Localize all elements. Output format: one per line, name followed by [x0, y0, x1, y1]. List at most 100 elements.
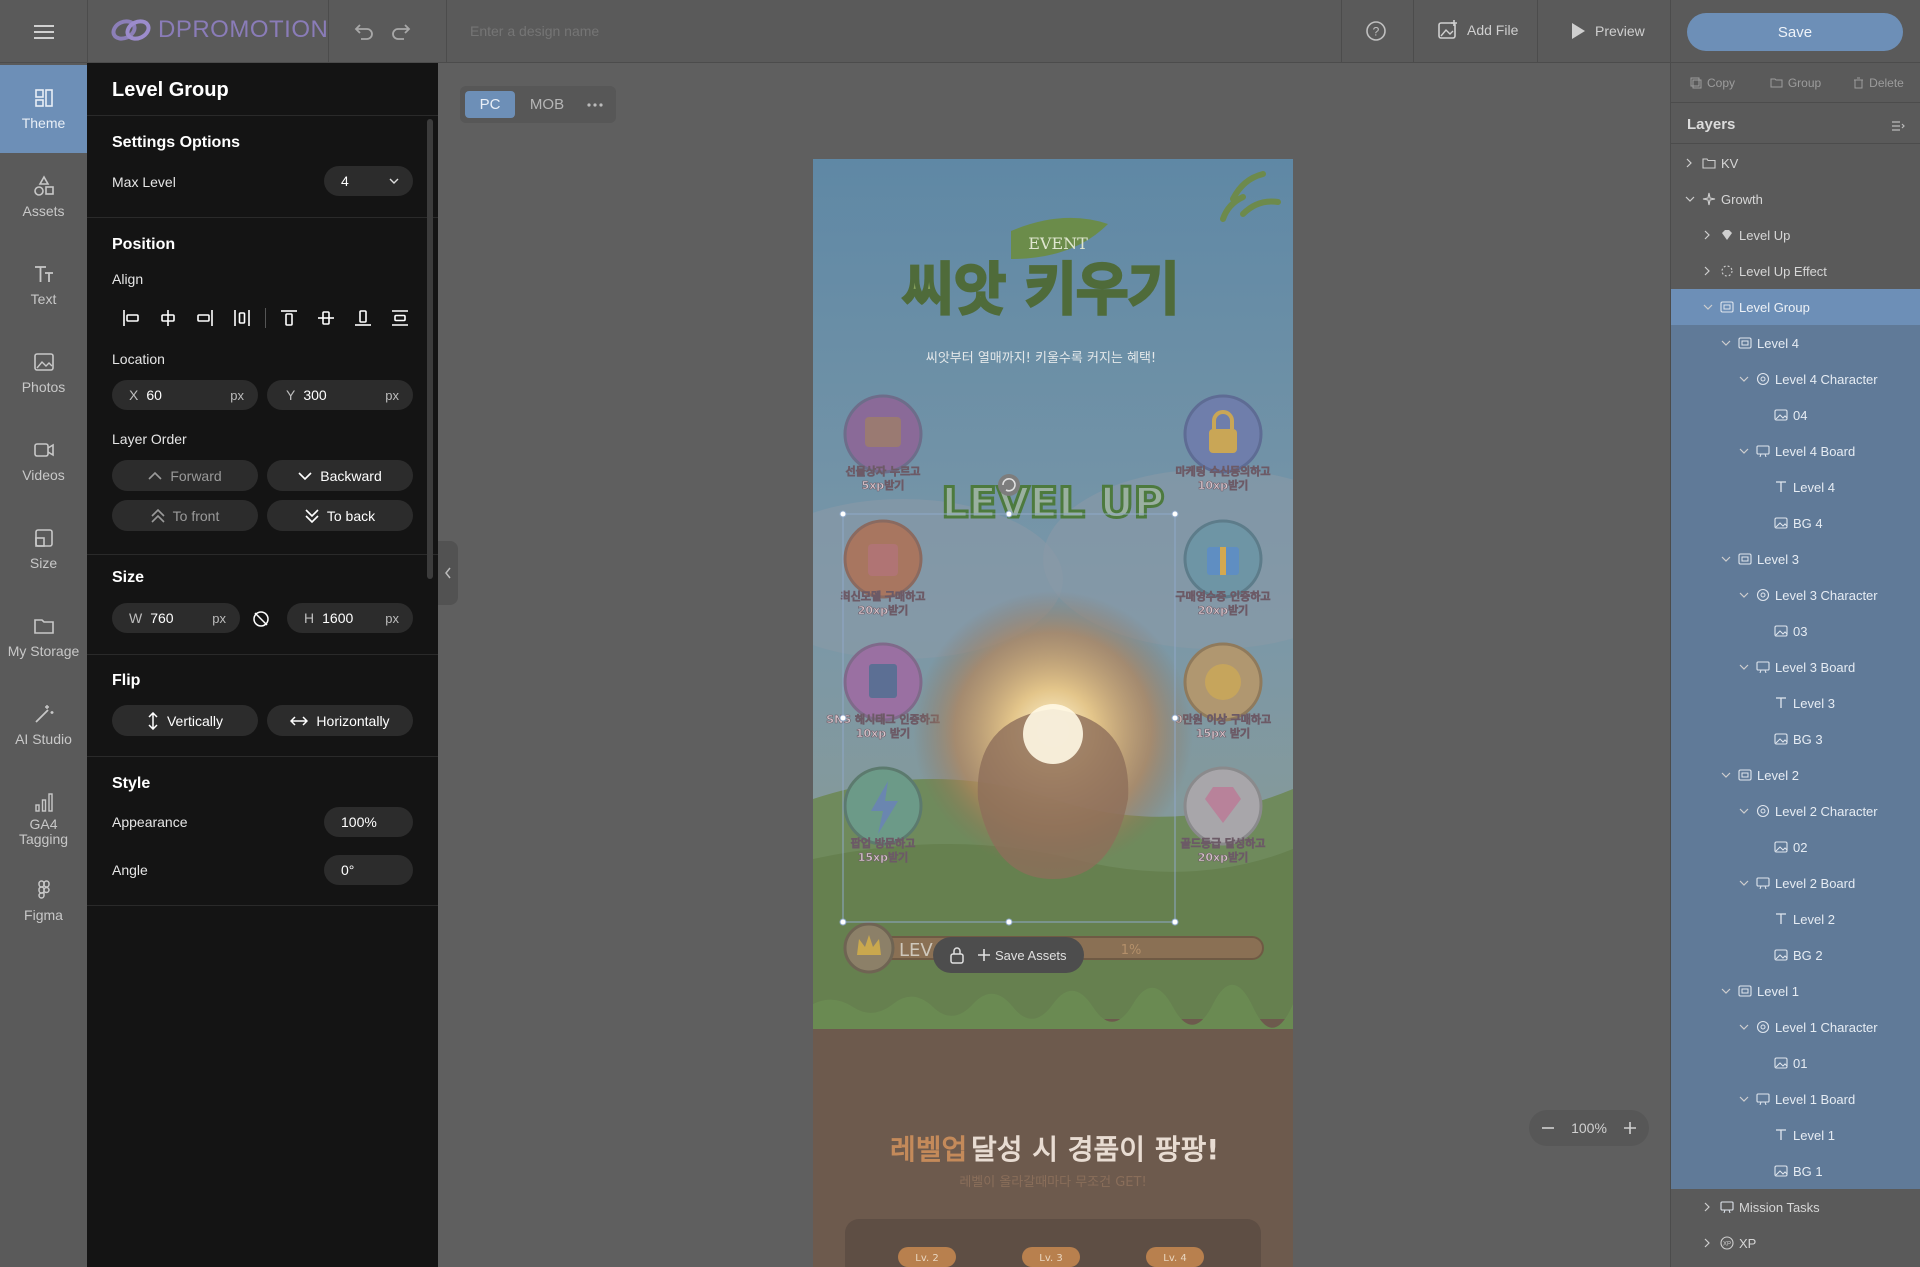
chevron-down-icon[interactable]	[1721, 987, 1735, 995]
nav-assets[interactable]: Assets	[0, 153, 87, 241]
align-right-button[interactable]	[186, 304, 223, 332]
align-center-v-button[interactable]	[307, 304, 344, 332]
chevron-down-icon[interactable]	[1703, 303, 1717, 311]
backward-button[interactable]: Backward	[267, 460, 413, 491]
nav-size[interactable]: Size	[0, 505, 87, 593]
to-front-button[interactable]: To front	[112, 500, 258, 531]
y-field[interactable]: Y 300 px	[267, 380, 413, 410]
layer-row[interactable]: Level 3 Board	[1671, 649, 1920, 685]
chevron-down-icon[interactable]	[1685, 195, 1699, 203]
width-field[interactable]: W 760 px	[112, 603, 240, 633]
layer-row[interactable]: Level 4 Character	[1671, 361, 1920, 397]
chevron-down-icon[interactable]	[1739, 1023, 1753, 1031]
layer-row[interactable]: BG 3	[1671, 721, 1920, 757]
group-button[interactable]: Group	[1754, 76, 1837, 90]
lock-button[interactable]	[945, 946, 969, 964]
chevron-down-icon[interactable]	[1739, 375, 1753, 383]
layer-row[interactable]: 04	[1671, 397, 1920, 433]
layer-row[interactable]: KV	[1671, 145, 1920, 181]
undo-button[interactable]	[352, 20, 374, 42]
flip-horizontal-button[interactable]: Horizontally	[267, 705, 413, 736]
chevron-right-icon[interactable]	[1685, 158, 1699, 168]
layer-row[interactable]: Level 2	[1671, 901, 1920, 937]
save-assets-button[interactable]: Save Assets	[977, 948, 1067, 963]
chevron-down-icon[interactable]	[1739, 447, 1753, 455]
copy-button[interactable]: Copy	[1671, 76, 1754, 90]
layer-row[interactable]: 01	[1671, 1045, 1920, 1081]
layer-row[interactable]: Level 2	[1671, 757, 1920, 793]
layer-row[interactable]: 02	[1671, 829, 1920, 865]
layer-row[interactable]: Level 1 Character	[1671, 1009, 1920, 1045]
aspect-lock-button[interactable]	[247, 605, 275, 633]
help-button[interactable]: ?	[1365, 20, 1387, 42]
align-bottom-button[interactable]	[344, 304, 381, 332]
nav-ga4-tagging[interactable]: GA4 Tagging	[0, 769, 87, 857]
preview-button[interactable]: Preview	[1569, 21, 1645, 41]
layer-row[interactable]: BG 2	[1671, 937, 1920, 973]
delete-button[interactable]: Delete	[1837, 76, 1920, 90]
layer-row[interactable]: Level 2 Board	[1671, 865, 1920, 901]
appearance-input[interactable]: 100%	[324, 807, 413, 837]
add-file-button[interactable]: Add File	[1437, 19, 1518, 41]
layer-row[interactable]: 03	[1671, 613, 1920, 649]
zoom-out-button[interactable]	[1541, 1121, 1555, 1135]
layer-row[interactable]: Mission Tasks	[1671, 1189, 1920, 1225]
nav-theme[interactable]: Theme	[0, 65, 87, 153]
layer-row[interactable]: BG 4	[1671, 505, 1920, 541]
angle-input[interactable]: 0°	[324, 855, 413, 885]
chevron-down-icon[interactable]	[1721, 771, 1735, 779]
artboard[interactable]: EVENT 씨앗 키우기 씨앗부터 열매까지! 키울수록 커지는 혜택! 선물상…	[813, 159, 1293, 1267]
layer-row[interactable]: Level 3	[1671, 541, 1920, 577]
layer-row[interactable]: Level 4	[1671, 325, 1920, 361]
x-field[interactable]: X 60 px	[112, 380, 258, 410]
layer-row[interactable]: Level 1	[1671, 1117, 1920, 1153]
layer-row[interactable]: Level 3	[1671, 685, 1920, 721]
nav-videos[interactable]: Videos	[0, 417, 87, 505]
save-button[interactable]: Save	[1687, 13, 1903, 51]
distribute-h-button[interactable]	[223, 304, 260, 332]
nav-photos[interactable]: Photos	[0, 329, 87, 417]
chevron-right-icon[interactable]	[1703, 230, 1717, 240]
align-left-button[interactable]	[112, 304, 149, 332]
brand-logo[interactable]: DPROMOTION	[110, 16, 328, 44]
zoom-in-button[interactable]	[1623, 1121, 1637, 1135]
layer-row[interactable]: Level 2 Character	[1671, 793, 1920, 829]
distribute-v-button[interactable]	[381, 304, 418, 332]
nav-figma[interactable]: Figma	[0, 857, 87, 945]
align-center-h-button[interactable]	[149, 304, 186, 332]
chevron-right-icon[interactable]	[1703, 1238, 1717, 1248]
layer-row[interactable]: Level 1 Board	[1671, 1081, 1920, 1117]
chevron-right-icon[interactable]	[1703, 266, 1717, 276]
collapse-layers-button[interactable]	[1891, 119, 1905, 133]
chevron-down-icon[interactable]	[1739, 807, 1753, 815]
layer-row[interactable]: Level Up	[1671, 217, 1920, 253]
forward-button[interactable]: Forward	[112, 460, 258, 491]
menu-button[interactable]	[0, 0, 87, 63]
layer-row[interactable]: Level Up Effect	[1671, 253, 1920, 289]
chevron-right-icon[interactable]	[1703, 1202, 1717, 1212]
chevron-down-icon[interactable]	[1721, 555, 1735, 563]
more-options-button[interactable]	[580, 91, 610, 118]
nav-ai-studio[interactable]: AI Studio	[0, 681, 87, 769]
layer-row[interactable]: Level 4 Board	[1671, 433, 1920, 469]
chevron-down-icon[interactable]	[1739, 879, 1753, 887]
chevron-down-icon[interactable]	[1739, 1095, 1753, 1103]
layer-row[interactable]: Level Group	[1671, 289, 1920, 325]
layer-row[interactable]: Level 1	[1671, 973, 1920, 1009]
nav-text[interactable]: Text	[0, 241, 87, 329]
chevron-down-icon[interactable]	[1739, 591, 1753, 599]
flip-vertical-button[interactable]: Vertically	[112, 705, 258, 736]
layer-row[interactable]: Level 3 Character	[1671, 577, 1920, 613]
design-name-input[interactable]	[470, 18, 770, 44]
redo-button[interactable]	[391, 20, 413, 42]
layer-row[interactable]: Level 4	[1671, 469, 1920, 505]
layer-row[interactable]: XP XP	[1671, 1225, 1920, 1261]
panel-scrollbar[interactable]	[427, 119, 433, 579]
chevron-down-icon[interactable]	[1739, 663, 1753, 671]
collapse-panel-button[interactable]	[438, 541, 458, 605]
height-field[interactable]: H 1600 px	[287, 603, 413, 633]
nav-my-storage[interactable]: My Storage	[0, 593, 87, 681]
align-top-button[interactable]	[270, 304, 307, 332]
layer-row[interactable]: Growth	[1671, 181, 1920, 217]
tab-pc[interactable]: PC	[465, 91, 515, 118]
